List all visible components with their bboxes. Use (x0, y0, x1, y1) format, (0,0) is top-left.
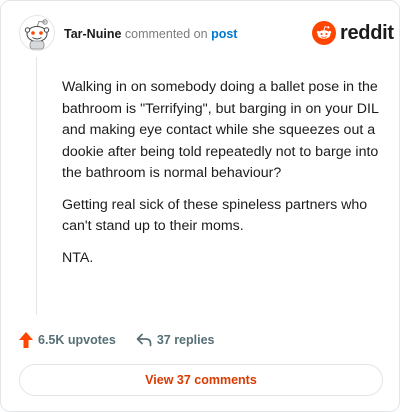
comment-body: Walking in on somebody doing a ballet po… (62, 77, 384, 279)
comment-actions: 6.5K upvotes 37 replies (19, 330, 215, 350)
reply-count: 37 replies (156, 333, 215, 347)
reddit-logo[interactable]: reddit (312, 21, 394, 45)
comment-paragraph: Getting real sick of these spineless par… (62, 196, 368, 235)
username[interactable]: Tar-Nuine (64, 27, 121, 41)
avatar[interactable] (19, 15, 55, 51)
upvote-button[interactable]: 6.5K upvotes (19, 332, 116, 348)
reddit-wordmark: reddit (340, 21, 394, 44)
view-comments-button[interactable]: View 37 comments (19, 364, 383, 396)
reply-button[interactable]: 37 replies (136, 333, 215, 347)
comment-paragraph: Walking in on somebody doing a ballet po… (62, 79, 379, 181)
post-link[interactable]: post (211, 27, 237, 41)
view-comments-label: View 37 comments (145, 373, 257, 387)
snoo-avatar-icon (19, 15, 55, 51)
comment-header: Tar-Nuine commented on post (64, 27, 237, 41)
reddit-snoo-icon (312, 21, 336, 45)
comment-card: Tar-Nuine commented on post reddit Walki… (0, 0, 400, 412)
commented-on-text: commented on (124, 27, 208, 41)
thread-line (36, 57, 37, 315)
upvote-count: 6.5K upvotes (38, 333, 116, 347)
comment-paragraph: NTA. (62, 249, 94, 266)
reply-arrow-icon (136, 333, 152, 347)
upvote-arrow-icon (19, 332, 33, 348)
